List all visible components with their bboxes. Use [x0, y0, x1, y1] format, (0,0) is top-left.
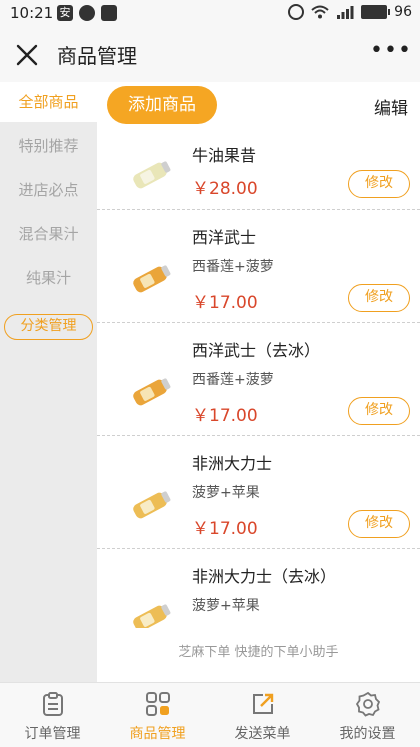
product-description: 菠萝+苹果 — [192, 598, 260, 614]
battery-percent: 96 — [394, 4, 412, 20]
product-item: 西洋武士（去冰） 西番莲+菠萝 ￥17.00 修改 — [97, 323, 420, 436]
product-thumbnail — [133, 265, 171, 293]
product-price: ￥28.00 — [192, 179, 258, 199]
product-description: 西番莲+菠萝 — [192, 259, 274, 275]
bottom-nav: 订单管理 商品管理 发送菜单 我的设置 — [0, 682, 420, 747]
status-bar: 10:21 安 96 — [0, 0, 420, 28]
sidebar-item-mixed-juice[interactable]: 混合果汁 — [0, 212, 97, 256]
product-price: ￥17.00 — [192, 293, 258, 313]
product-item: 牛油果昔 ￥28.00 修改 — [97, 128, 420, 210]
status-time: 10:21 — [10, 4, 54, 22]
mail-icon — [101, 5, 117, 21]
product-thumbnail — [133, 604, 171, 628]
product-name: 西洋武士（去冰） — [192, 341, 321, 360]
alarm-icon — [288, 4, 305, 20]
product-name: 西洋武士 — [192, 228, 257, 247]
tab-my-settings[interactable]: 我的设置 — [315, 683, 420, 747]
category-sidebar: 全部商品 特别推荐 进店必点 混合果汁 纯果汁 分类管理 — [0, 82, 97, 682]
nav-header: 商品管理 ••• — [0, 28, 420, 82]
signal-icon — [337, 6, 354, 19]
category-manage-button[interactable]: 分类管理 — [4, 314, 93, 340]
more-options-button[interactable]: ••• — [370, 40, 411, 68]
status-right-icons: 96 — [288, 4, 412, 20]
sidebar-item-all-products[interactable]: 全部商品 — [0, 82, 97, 122]
add-product-button[interactable]: 添加商品 — [107, 86, 217, 124]
modify-button[interactable]: 修改 — [348, 397, 410, 425]
an-app-icon: 安 — [57, 5, 73, 21]
tab-send-menu[interactable]: 发送菜单 — [210, 683, 315, 747]
product-name: 非洲大力士（去冰） — [192, 567, 337, 586]
sidebar-item-special[interactable]: 特别推荐 — [0, 124, 97, 168]
tab-label: 发送菜单 — [234, 726, 291, 742]
product-item: 西洋武士 西番莲+菠萝 ￥17.00 修改 — [97, 210, 420, 323]
product-name: 非洲大力士 — [192, 454, 273, 473]
tab-order-management[interactable]: 订单管理 — [0, 683, 105, 747]
wifi-icon — [311, 5, 329, 19]
sidebar-item-pure-juice[interactable]: 纯果汁 — [0, 256, 97, 300]
modify-button[interactable]: 修改 — [348, 170, 410, 198]
product-name: 牛油果昔 — [192, 146, 257, 165]
tab-label: 商品管理 — [129, 726, 186, 742]
modify-button[interactable]: 修改 — [348, 510, 410, 538]
product-item: 非洲大力士（去冰） 菠萝+苹果 — [97, 549, 420, 628]
product-price: ￥17.00 — [192, 406, 258, 426]
battery-icon — [361, 5, 391, 19]
status-left-icons: 安 — [57, 5, 117, 21]
product-description: 西番莲+菠萝 — [192, 372, 274, 388]
product-thumbnail — [133, 161, 171, 189]
product-thumbnail — [133, 378, 171, 406]
product-thumbnail — [133, 491, 171, 519]
gear-icon — [355, 691, 380, 717]
action-row: 添加商品 编辑 — [97, 82, 420, 128]
tab-product-management[interactable]: 商品管理 — [105, 683, 210, 747]
footer-tip: 芝麻下单 快捷的下单小助手 — [97, 628, 420, 682]
product-list: 牛油果昔 ￥28.00 修改 西洋武士 西番莲+菠萝 ￥17.00 修改 西洋武… — [97, 128, 420, 628]
sidebar-item-must-order[interactable]: 进店必点 — [0, 168, 97, 212]
product-item: 非洲大力士 菠萝+苹果 ￥17.00 修改 — [97, 436, 420, 549]
page-title: 商品管理 — [57, 44, 137, 68]
ring-icon — [79, 5, 95, 21]
product-price: ￥17.00 — [192, 519, 258, 539]
close-icon — [16, 44, 38, 66]
tab-label: 我的设置 — [339, 726, 396, 742]
grid-icon — [145, 692, 170, 716]
clipboard-icon — [42, 692, 63, 716]
modify-button[interactable]: 修改 — [348, 284, 410, 312]
product-description: 菠萝+苹果 — [192, 485, 260, 501]
close-button[interactable] — [12, 40, 42, 70]
tab-label: 订单管理 — [24, 726, 81, 742]
share-arrow-icon — [252, 693, 273, 714]
edit-button[interactable]: 编辑 — [374, 94, 408, 119]
